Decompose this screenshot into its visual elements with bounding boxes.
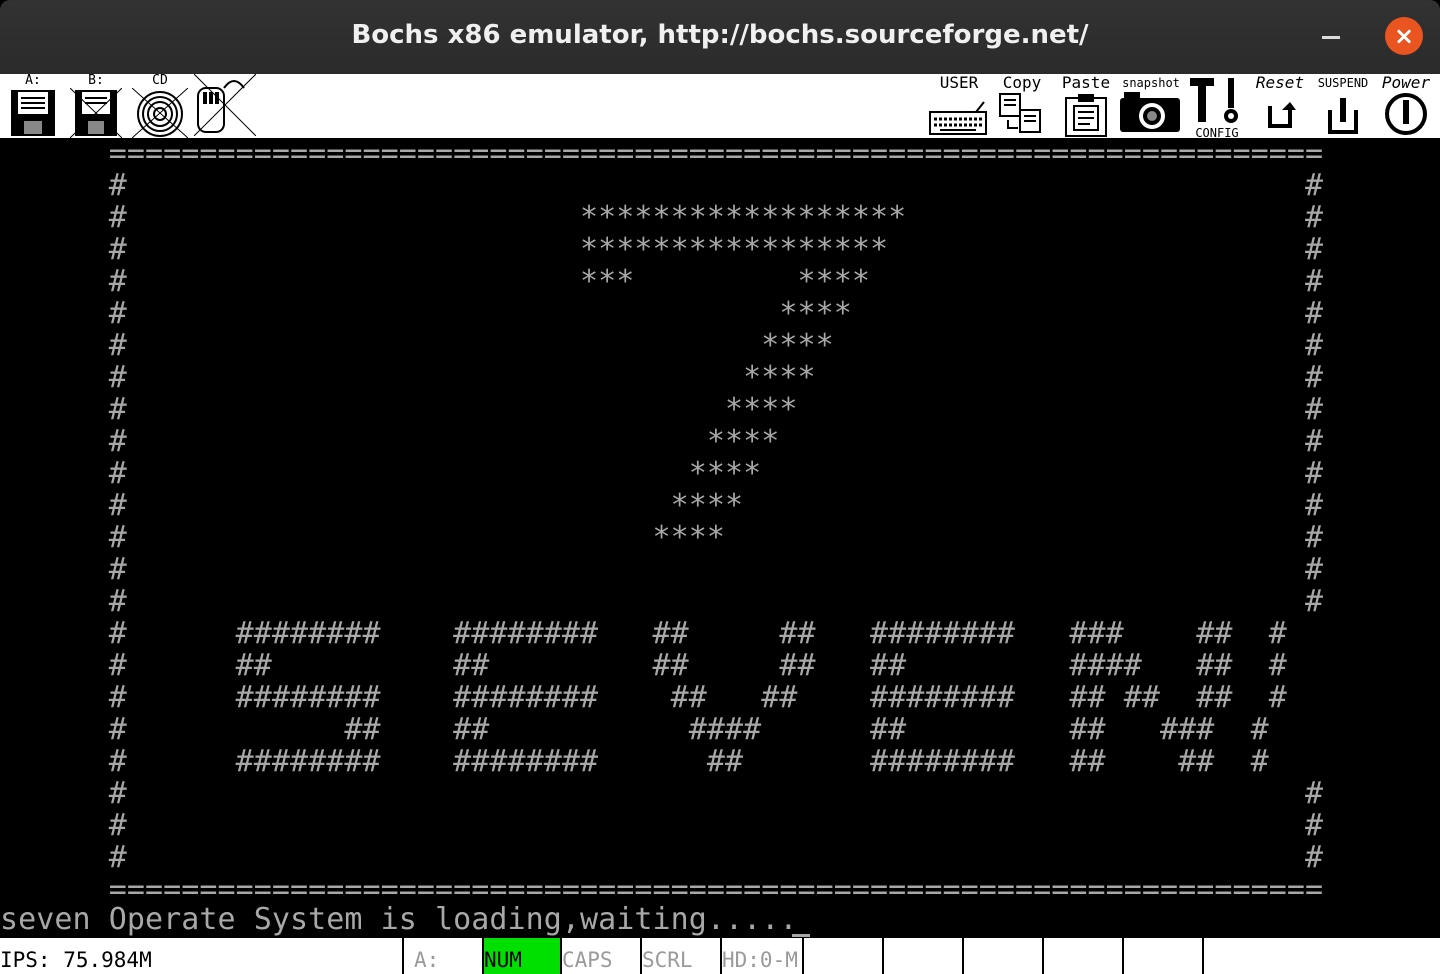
clipboard-icon (1065, 94, 1107, 137)
cdrom-button[interactable]: CD (132, 74, 188, 138)
text-cursor (792, 934, 810, 937)
suspend-button[interactable]: SUSPEND (1312, 74, 1374, 138)
window-title: Bochs x86 emulator, http://bochs.sourcef… (351, 20, 1089, 50)
vga-console[interactable]: ========================================… (0, 138, 1440, 938)
mouse-icon (194, 74, 256, 136)
status-slot-2 (882, 938, 962, 974)
power-button[interactable]: Power (1374, 74, 1438, 138)
suspend-label: SUSPEND (1317, 76, 1369, 90)
mouse-capture-button[interactable] (194, 74, 256, 138)
power-label: Power (1381, 73, 1431, 92)
paste-label: Paste (1061, 73, 1111, 92)
cdrom-label: CD (152, 73, 168, 88)
hard-disk-indicator: HD:0-M (720, 938, 802, 974)
reset-button[interactable]: Reset (1248, 74, 1312, 138)
status-slot-1 (802, 938, 882, 974)
console-screen-text: ========================================… (108, 136, 1324, 907)
drive-a-indicator: A: (402, 938, 482, 974)
reset-label: Reset (1255, 73, 1305, 92)
close-button[interactable]: × (1385, 17, 1423, 55)
floppy-a-button[interactable]: A: (8, 74, 58, 138)
status-bar: IPS: 75.984M A: NUM CAPS SCRL HD:0-M (0, 938, 1440, 974)
window-titlebar[interactable]: Bochs x86 emulator, http://bochs.sourcef… (0, 0, 1440, 74)
scroll-lock-indicator: SCRL (640, 938, 720, 974)
loading-message: seven Operate System is loading,waiting.… (0, 902, 798, 937)
floppy-b-button[interactable]: B: (70, 74, 122, 138)
status-slot-6 (1202, 938, 1440, 974)
minimize-button[interactable] (1322, 36, 1340, 39)
config-button[interactable]: CONFIG (1186, 74, 1248, 140)
ips-indicator: IPS: 75.984M (0, 948, 152, 972)
floppy-a-label: A: (25, 73, 41, 88)
paste-button[interactable]: Paste (1060, 74, 1112, 138)
keyboard-icon (929, 101, 987, 135)
floppy-b-label: B: (88, 73, 104, 88)
suspend-icon (1328, 98, 1358, 134)
copy-button[interactable]: Copy (996, 74, 1048, 138)
camera-icon (1120, 92, 1180, 132)
status-slot-3 (962, 938, 1042, 974)
floppy-disk-icon (11, 90, 55, 136)
user-keyboard-button[interactable]: USER (928, 74, 990, 138)
power-icon (1385, 93, 1427, 135)
reset-icon (1268, 102, 1296, 128)
snapshot-button[interactable]: snapshot (1116, 74, 1186, 138)
user-label: USER (939, 73, 979, 92)
status-slot-4 (1042, 938, 1122, 974)
floppy-disk-ejected-icon (70, 88, 122, 138)
status-slot-5 (1122, 938, 1202, 974)
copy-icon (999, 93, 1041, 133)
num-lock-indicator: NUM (482, 938, 560, 974)
tools-icon (1190, 78, 1238, 123)
caps-lock-indicator: CAPS (560, 938, 640, 974)
cdrom-icon (132, 88, 188, 138)
bochs-toolbar: A: B: CD USER Copy Paste snapshot CONFIG… (0, 74, 1440, 140)
copy-label: Copy (1002, 73, 1042, 92)
